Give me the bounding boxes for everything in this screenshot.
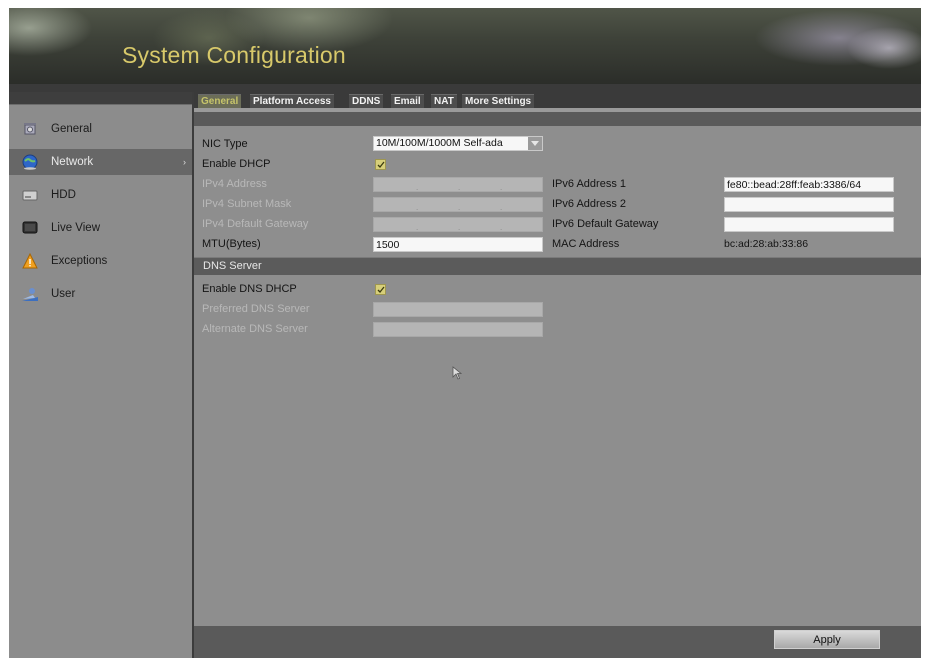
user-icon bbox=[21, 286, 39, 302]
content-top-band bbox=[194, 112, 921, 126]
tab-platform-access[interactable]: Platform Access bbox=[250, 94, 334, 109]
ipv4-address-label: IPv4 Address bbox=[202, 178, 267, 190]
monitor-icon bbox=[21, 220, 39, 236]
ipv4-subnet-field[interactable]: ... bbox=[373, 197, 543, 212]
mac-address-value: bc:ad:28:ab:33:86 bbox=[724, 238, 809, 250]
sidebar-item-label: HDD bbox=[51, 189, 76, 201]
ipv6-address-2-field[interactable] bbox=[724, 197, 894, 212]
header-banner: System Configuration bbox=[9, 8, 921, 84]
enable-dhcp-label: Enable DHCP bbox=[202, 158, 271, 170]
ipv4-gateway-label: IPv4 Default Gateway bbox=[202, 218, 309, 230]
checkmark-icon bbox=[377, 286, 385, 293]
ipv6-gateway-label: IPv6 Default Gateway bbox=[552, 218, 659, 230]
ipv4-address-field[interactable]: ... bbox=[373, 177, 543, 192]
dns-section-header: DNS Server bbox=[194, 257, 921, 275]
ipv6-address-1-field[interactable]: fe80::bead:28ff:feab:3386/64 bbox=[724, 177, 894, 192]
sidebar: General Network › HDD Live View Exceptio… bbox=[9, 92, 194, 658]
dns-section-title: DNS Server bbox=[203, 260, 262, 272]
mouse-pointer-icon bbox=[452, 366, 463, 383]
nic-type-select[interactable]: 10M/100M/1000M Self-ada bbox=[373, 136, 543, 151]
sidebar-item-label: Live View bbox=[51, 222, 101, 234]
globe-icon bbox=[21, 154, 39, 170]
tab-more-settings[interactable]: More Settings bbox=[462, 94, 535, 109]
sidebar-item-exceptions[interactable]: Exceptions bbox=[9, 248, 192, 274]
alternate-dns-field[interactable] bbox=[373, 322, 543, 337]
nic-type-label: NIC Type bbox=[202, 138, 248, 150]
mtu-field[interactable]: 1500 bbox=[373, 237, 543, 252]
mac-address-label: MAC Address bbox=[552, 238, 620, 250]
sidebar-top-bar bbox=[9, 92, 192, 105]
tab-bar: General Platform Access DDNS Email NAT M… bbox=[194, 92, 921, 109]
sidebar-item-label: General bbox=[51, 123, 92, 135]
sidebar-item-label: Exceptions bbox=[51, 255, 108, 267]
gear-icon bbox=[21, 121, 39, 137]
ipv6-address-1-label: IPv6 Address 1 bbox=[552, 178, 626, 190]
warning-icon bbox=[21, 253, 39, 269]
apply-button[interactable]: Apply bbox=[774, 630, 880, 649]
sidebar-item-general[interactable]: General bbox=[9, 116, 192, 142]
tab-ddns[interactable]: DDNS bbox=[349, 94, 384, 109]
hdd-icon bbox=[21, 187, 39, 203]
page-title: System Configuration bbox=[122, 42, 346, 68]
tab-email[interactable]: Email bbox=[391, 94, 424, 109]
chevron-right-icon: › bbox=[183, 157, 186, 167]
chevron-down-icon bbox=[528, 137, 542, 150]
ipv6-address-2-label: IPv6 Address 2 bbox=[552, 198, 626, 210]
ipv4-gateway-field[interactable]: ... bbox=[373, 217, 543, 232]
checkmark-icon bbox=[377, 161, 385, 168]
preferred-dns-label: Preferred DNS Server bbox=[202, 303, 310, 315]
sidebar-item-live-view[interactable]: Live View bbox=[9, 215, 192, 241]
footer-bar: Apply bbox=[194, 626, 921, 658]
alternate-dns-label: Alternate DNS Server bbox=[202, 323, 308, 335]
network-general-panel: NIC Type 10M/100M/1000M Self-ada Enable … bbox=[194, 126, 921, 626]
sidebar-item-label: User bbox=[51, 288, 76, 300]
sidebar-item-hdd[interactable]: HDD bbox=[9, 182, 192, 208]
ipv4-subnet-label: IPv4 Subnet Mask bbox=[202, 198, 292, 210]
sidebar-item-network[interactable]: Network › bbox=[9, 149, 192, 175]
config-window: System Configuration General Network › H… bbox=[9, 8, 921, 658]
sidebar-item-user[interactable]: User bbox=[9, 281, 192, 307]
preferred-dns-field[interactable] bbox=[373, 302, 543, 317]
ipv6-gateway-field[interactable] bbox=[724, 217, 894, 232]
header-divider bbox=[9, 84, 921, 92]
enable-dhcp-checkbox[interactable] bbox=[375, 159, 386, 170]
tab-nat[interactable]: NAT bbox=[431, 94, 457, 109]
enable-dns-dhcp-label: Enable DNS DHCP bbox=[202, 283, 297, 295]
mtu-label: MTU(Bytes) bbox=[202, 238, 261, 250]
tab-general[interactable]: General bbox=[198, 94, 242, 109]
enable-dns-dhcp-checkbox[interactable] bbox=[375, 284, 386, 295]
nic-type-value: 10M/100M/1000M Self-ada bbox=[376, 137, 503, 149]
sidebar-item-label: Network bbox=[51, 156, 94, 168]
